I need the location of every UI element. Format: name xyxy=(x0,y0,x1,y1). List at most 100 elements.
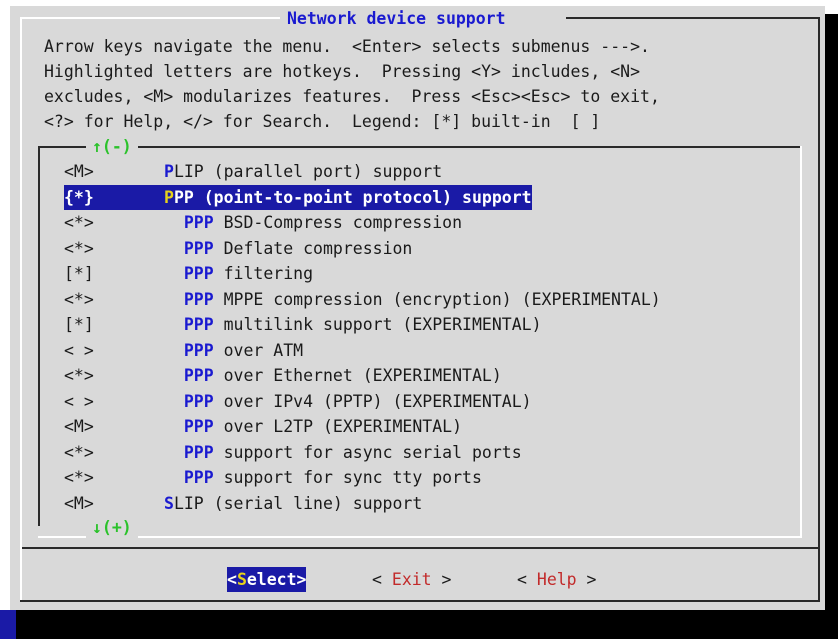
menu-item-text: over ATM xyxy=(213,340,304,360)
menu-item-mark: <*> xyxy=(64,468,94,487)
menu-item-indent xyxy=(164,468,184,487)
exit-button[interactable]: < Exit > xyxy=(372,567,452,592)
exit-button-hotkey: E xyxy=(391,570,402,589)
help-line-1: Arrow keys navigate the menu. <Enter> se… xyxy=(44,37,650,56)
menu-item-mark: <M> xyxy=(64,162,94,181)
menu-item-mark: <*> xyxy=(64,366,94,385)
menu-item-hotkey: S xyxy=(164,493,174,513)
dialog-shadow xyxy=(825,14,838,610)
menu-item-mark: <*> xyxy=(64,238,94,258)
menu-item-hotkey: PPP xyxy=(183,468,214,487)
menu-item-text: multilink support (EXPERIMENTAL) xyxy=(213,315,542,334)
menu-item-text: over IPv4 (PPTP) (EXPERIMENTAL) xyxy=(213,391,532,411)
menu-item-hotkey: P xyxy=(164,187,174,207)
terminal-cursor xyxy=(0,610,16,639)
menu-item-text: BSD-Compress compression xyxy=(213,213,463,232)
menu-item-indent xyxy=(164,417,184,436)
help-line-4: <?> for Help, </> for Search. Legend: [*… xyxy=(44,112,601,131)
menu-item-label: PPP support for async serial ports xyxy=(164,440,522,465)
menu-item-label: PPP Deflate compression xyxy=(164,236,413,261)
help-line-3: excludes, <M> modularizes features. Pres… xyxy=(44,87,660,106)
menu-item-mark: <*> xyxy=(64,289,94,309)
menu-item-mark: {*} xyxy=(64,184,94,210)
terminal-bottom-strip xyxy=(0,610,838,639)
menu-item-text: support for async serial ports xyxy=(213,442,522,462)
frame-top-right-seg xyxy=(566,17,820,19)
menu-item-indent xyxy=(164,341,184,360)
menu-item-indent xyxy=(164,366,184,385)
frame-bottom xyxy=(20,600,820,602)
menu-item-label: PLIP (parallel port) support xyxy=(164,159,442,184)
menu-box-top-left xyxy=(38,146,86,148)
menu-item-label: PPP over Ethernet (EXPERIMENTAL) xyxy=(164,363,502,388)
scroll-down-indicator[interactable]: ↓(+) xyxy=(92,515,132,540)
menu-item-label: PPP over L2TP (EXPERIMENTAL) xyxy=(164,414,462,439)
help-button-open: < xyxy=(517,570,537,589)
frame-left xyxy=(20,17,22,602)
menu-item-label: PPP filtering xyxy=(164,261,313,286)
menu-item-text: PP (point-to-point protocol) support xyxy=(173,187,532,207)
menu-item-hotkey: PPP xyxy=(183,315,214,334)
menu-item-hotkey: P xyxy=(164,162,174,181)
menu-item-mark: [*] xyxy=(64,315,94,334)
menu-item-mark: <*> xyxy=(64,213,94,232)
frame-top-left-seg xyxy=(20,17,280,19)
help-button-hotkey: H xyxy=(536,570,547,589)
menu-item-label: PPP support for sync tty ports xyxy=(164,465,482,490)
menu-item-text: LIP (parallel port) support xyxy=(173,162,443,181)
select-button-label: elect xyxy=(246,570,297,589)
menu-item-text: Deflate compression xyxy=(213,238,413,258)
menu-item-hotkey: PPP xyxy=(183,264,214,283)
select-button-open: < xyxy=(227,570,237,589)
dialog-title: Network device support xyxy=(287,9,506,28)
menu-item-text: MPPE compression (encryption) (EXPERIMEN… xyxy=(213,289,661,309)
exit-button-open: < xyxy=(372,570,392,589)
menu-box-bottom-left xyxy=(38,536,86,538)
exit-button-label: xit xyxy=(401,570,432,589)
help-button-close: > xyxy=(576,570,597,589)
menu-box-top-right xyxy=(138,146,802,148)
menu-item-mark: < > xyxy=(64,340,94,360)
menu-box-left xyxy=(38,146,40,526)
menu-item-hotkey: PPP xyxy=(183,366,214,385)
menu-item-text: filtering xyxy=(213,264,314,283)
menu-item-label: SLIP (serial line) support xyxy=(164,491,422,516)
menu-item-indent xyxy=(164,239,184,258)
select-button[interactable]: <Select> xyxy=(227,567,307,592)
menu-item-indent xyxy=(164,264,184,283)
menu-item-mark: <M> xyxy=(64,417,94,436)
menu-item-indent xyxy=(164,213,184,232)
menu-item-hotkey: PPP xyxy=(183,442,214,462)
menu-item-indent xyxy=(164,315,184,334)
menu-item-hotkey: PPP xyxy=(183,289,214,309)
menu-item-indent xyxy=(164,443,184,462)
menu-item-indent xyxy=(164,290,184,309)
menu-item-mark: <*> xyxy=(64,442,94,462)
select-button-hotkey: S xyxy=(236,570,247,589)
menu-item-text: over Ethernet (EXPERIMENTAL) xyxy=(213,366,502,385)
menu-item-mark: [*] xyxy=(64,264,94,283)
button-separator xyxy=(22,547,818,549)
menu-item-label: PPP BSD-Compress compression xyxy=(164,210,462,235)
menu-item-text: over L2TP (EXPERIMENTAL) xyxy=(213,417,463,436)
help-button-label: elp xyxy=(546,570,577,589)
menu-item-mark: <M> xyxy=(64,493,94,513)
menu-item-label: PPP MPPE compression (encryption) (EXPER… xyxy=(164,287,661,312)
menu-item-label: PPP (point-to-point protocol) support xyxy=(152,184,532,210)
menu-item-mark: < > xyxy=(64,391,94,411)
select-button-close: > xyxy=(296,570,307,589)
menu-item-text: LIP (serial line) support xyxy=(173,493,423,513)
menu-item-label: PPP multilink support (EXPERIMENTAL) xyxy=(164,312,542,337)
menu-item-hotkey: PPP xyxy=(183,391,214,411)
menu-item-label: PPP over IPv4 (PPTP) (EXPERIMENTAL) xyxy=(164,389,532,414)
menu-box-bottom-right xyxy=(138,536,802,538)
menu-item-hotkey: PPP xyxy=(183,340,214,360)
menu-item-text: support for sync tty ports xyxy=(213,468,482,487)
menu-box-right xyxy=(800,146,802,538)
scroll-up-indicator[interactable]: ↑(-) xyxy=(92,134,132,159)
help-button[interactable]: < Help > xyxy=(517,567,597,592)
menu-item-indent xyxy=(164,392,184,411)
help-line-2: Highlighted letters are hotkeys. Pressin… xyxy=(44,62,641,81)
menu-item-hotkey: PPP xyxy=(183,417,214,436)
exit-button-close: > xyxy=(431,570,452,589)
